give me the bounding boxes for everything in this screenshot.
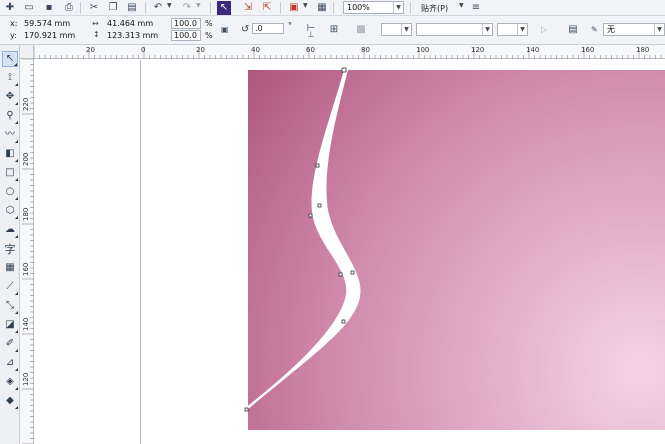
node-handle[interactable] [341,319,346,324]
artwork [244,67,665,430]
node-handle[interactable] [350,270,355,275]
node-handle[interactable] [244,407,249,412]
coreldraw-window: ✚ ▭ ▪ ⎙ ✂ ❐ ▤ ↶ ▼ ↷ ▼ ↖ ⇲ ⇱ ▣ ▼ ▦ 100% ▼ … [0,0,665,444]
node-handle[interactable] [315,163,320,168]
node-handle[interactable] [338,272,343,277]
node-handle[interactable] [341,67,347,73]
node-handle[interactable] [308,213,313,218]
node-handle[interactable] [317,203,322,208]
gradient-rectangle[interactable] [248,70,665,430]
